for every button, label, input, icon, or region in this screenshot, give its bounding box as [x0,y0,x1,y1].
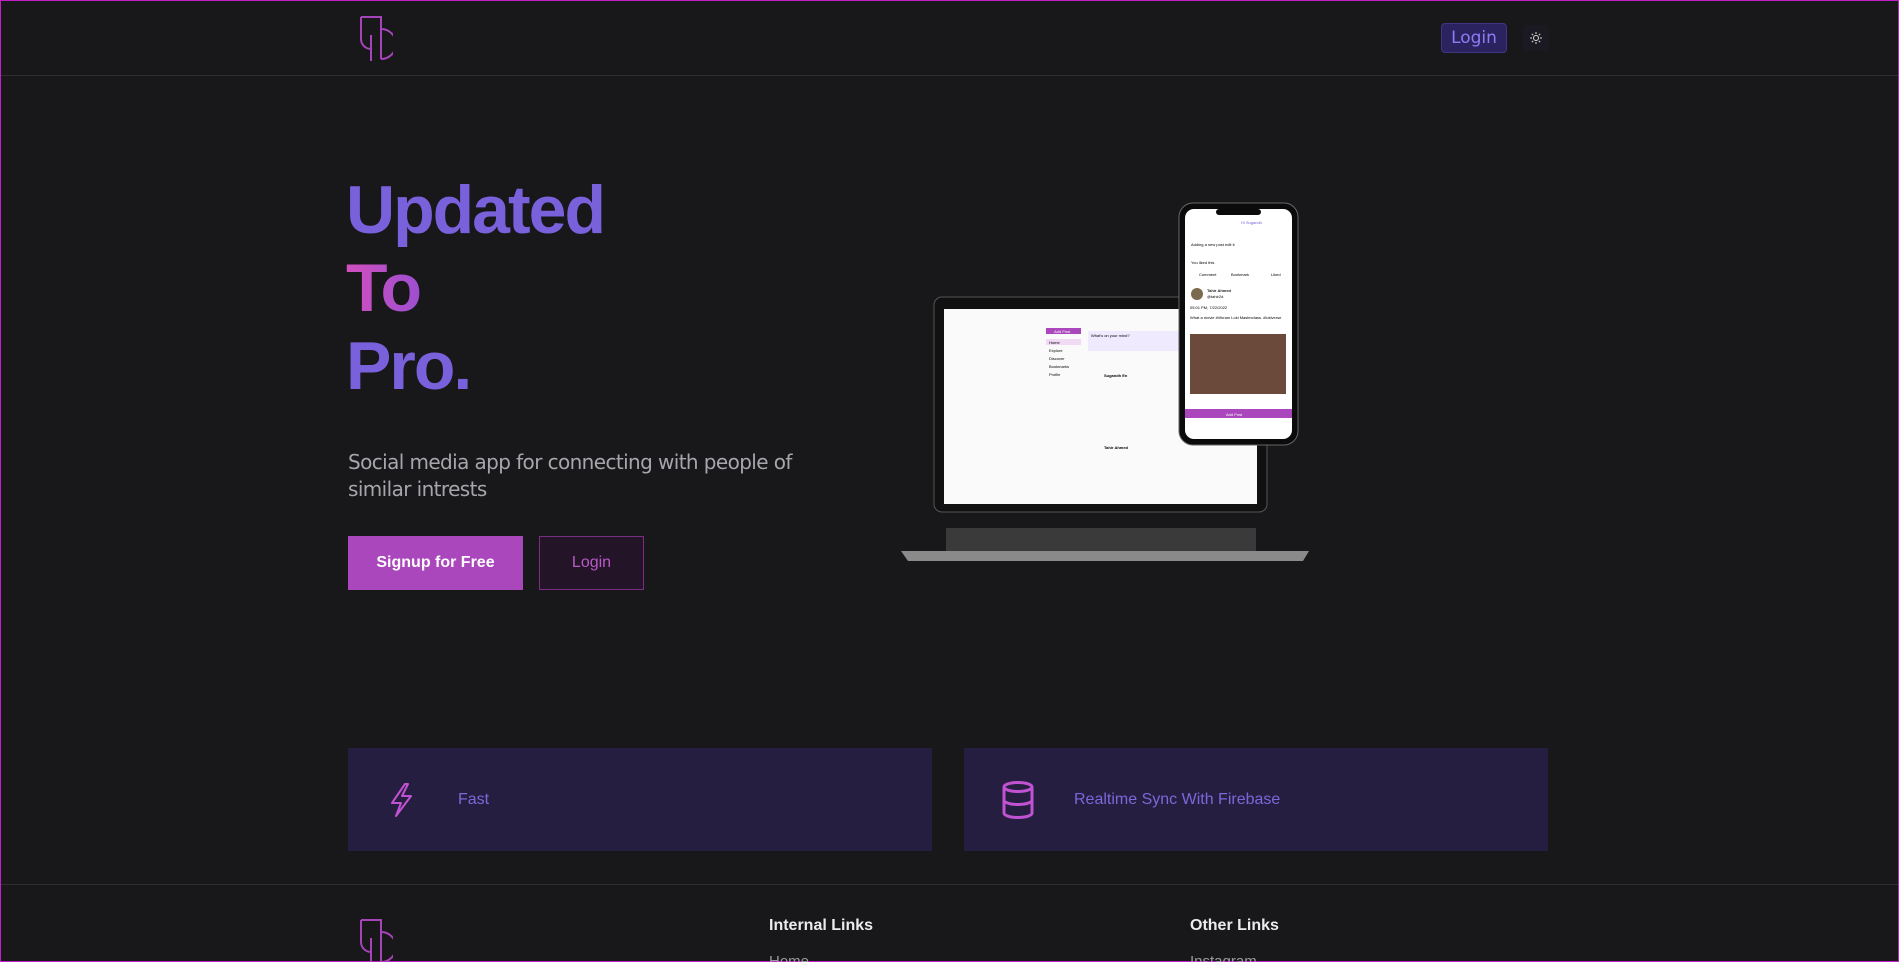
phone-liked: You liked this [1191,260,1214,265]
footer-link-instagram[interactable]: Instagram [1190,953,1257,962]
hero-title-line-2: To [346,250,422,326]
laptop-add-post: Add Post [1054,329,1071,334]
feature-label: Realtime Sync With Firebase [1074,790,1281,808]
phone-comment: Comment [1199,272,1217,277]
footer-internal-heading: Internal Links [769,917,874,934]
sun-icon [1530,32,1542,44]
theme-toggle-button[interactable] [1523,25,1549,51]
phone-handle: @tahir2d [1207,294,1223,299]
phone-liked-action: Liked [1271,272,1281,277]
feature-label: Fast [458,790,490,808]
phone-caption: What a movie #Vikram Loki Masterclass. #… [1190,315,1282,320]
hero-title-line-3: Pro. [346,328,472,404]
phone-post: Adding a new post edit it [1191,242,1235,247]
feature-card-firebase: Realtime Sync With Firebase [964,748,1548,851]
device-mockup-image: Add Post Home Explore Discover Bookmarks… [896,199,1316,569]
phone-time: 05:01 PM, 7/22/2022 [1190,305,1228,310]
footer-divider [1,884,1898,885]
footer-link-home[interactable]: Home [769,953,809,962]
lightning-icon [384,782,420,817]
laptop-nav-explore: Explore [1049,348,1063,353]
laptop-base [901,551,1309,561]
phone-add-post: Add Post [1226,412,1243,417]
feature-card-fast: Fast [348,748,932,851]
phone-bookmark: Bookmark [1231,272,1249,277]
hero-title: Updated To Pro. [346,171,606,405]
laptop-nav-home: Home [1049,340,1060,345]
top-navbar: Login [1,1,1898,76]
laptop-nav-bookmarks: Bookmarks [1049,364,1069,369]
hero-subtitle: Social media app for connecting with peo… [348,450,792,501]
phone-greeting: Hi Sugandh [1241,220,1262,225]
laptop-author-2: Tahir Ahmed [1104,445,1129,450]
laptop-input: What's on your mind? [1091,333,1130,338]
laptop-nav-profile: Profile [1049,372,1061,377]
footer-other-heading: Other Links [1190,917,1279,934]
header-login-button[interactable]: Login [1441,23,1507,53]
footer-logo[interactable] [359,918,393,962]
hero-login-button[interactable]: Login [539,536,644,590]
logo[interactable] [359,15,393,63]
laptop-author: Sugandh En [1104,373,1128,378]
laptop-nav-discover: Discover [1049,356,1065,361]
phone-post-image [1190,334,1286,394]
hero-title-line-1: Updated [346,172,606,248]
database-icon [1000,780,1036,819]
signup-button[interactable]: Signup for Free [348,536,523,590]
phone-author: Tahir Ahmed [1207,288,1232,293]
